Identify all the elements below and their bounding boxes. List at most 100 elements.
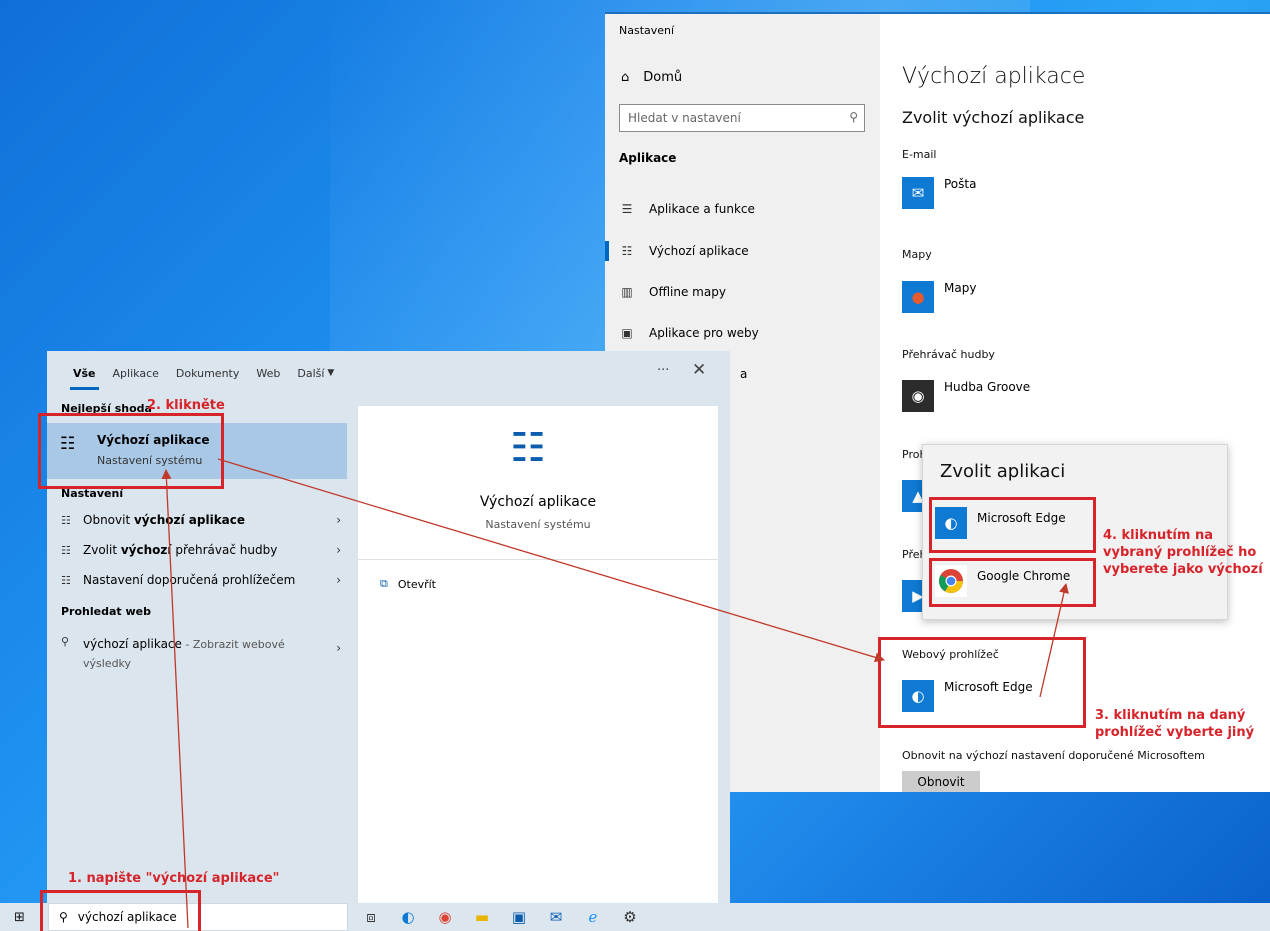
annotation-step4-line1: 4. kliknutím na: [1103, 528, 1213, 543]
settings-search-input[interactable]: Hledat v nastavení ⚲: [619, 104, 865, 132]
map-pin-icon: ●: [902, 281, 934, 313]
web-result-query: výchozí aplikace: [83, 637, 182, 651]
web-result-line2: výsledky: [83, 657, 132, 670]
result-browser-recommended[interactable]: ☷ Nastavení doporučená prohlížečem ›: [61, 573, 341, 587]
nav-item-offline-maps[interactable]: ▥ Offline mapy: [619, 285, 726, 299]
nav-item-label: Výchozí aplikace: [649, 244, 749, 258]
nav-item-label: Aplikace a funkce: [649, 202, 755, 216]
tab-all[interactable]: Vše: [70, 367, 99, 390]
nav-item-apps-features[interactable]: ☰ Aplikace a funkce: [619, 202, 755, 216]
task-view-icon[interactable]: ⧈: [360, 906, 382, 928]
annotation-box-edge-option: [929, 497, 1096, 553]
open-action[interactable]: ⧉ Otevřít: [380, 577, 436, 591]
tab-more[interactable]: Další ▼: [297, 367, 334, 380]
offline-maps-icon: ▥: [621, 285, 633, 299]
chrome-icon[interactable]: ◉: [434, 906, 456, 928]
page-subtitle: Zvolit výchozí aplikace: [902, 108, 1085, 127]
store-icon[interactable]: ▣: [508, 906, 530, 928]
search-icon: ⚲: [849, 110, 858, 124]
annotation-step3-line1: 3. kliknutím na daný: [1095, 708, 1246, 723]
settings-app-title: Nastavení: [619, 24, 675, 37]
annotation-step4-line2: vybraný prohlížeč ho: [1103, 545, 1257, 560]
result-choose-music-player[interactable]: ☷ Zvolit výchozí přehrávač hudby ›: [61, 543, 341, 557]
home-icon: ⌂: [621, 70, 630, 85]
result-text-post: přehrávač hudby: [171, 543, 278, 557]
web-result-rest: - Zobrazit webové: [181, 638, 285, 651]
music-app-name: Hudba Groove: [944, 380, 1031, 394]
search-icon: ⚲: [61, 635, 70, 648]
result-text-pre: Nastavení doporučená prohlížečem: [83, 573, 296, 587]
default-apps-large-icon: ☷: [510, 425, 546, 471]
tab-apps[interactable]: Aplikace: [113, 367, 159, 380]
nav-home[interactable]: ⌂ Domů: [621, 70, 682, 85]
internet-explorer-icon[interactable]: ℯ: [582, 906, 604, 928]
settings-search-placeholder: Hledat v nastavení: [628, 111, 741, 125]
result-text-pre: Zvolit: [83, 543, 121, 557]
music-app-button[interactable]: ◉ Hudba Groove: [902, 380, 1030, 412]
email-app-button[interactable]: ✉ Pošta: [902, 177, 976, 209]
web-result-text: výchozí aplikace - Zobrazit webové výsle…: [83, 635, 327, 673]
preview-pane: ☷ Výchozí aplikace Nastavení systému ⧉ O…: [358, 406, 718, 903]
default-apps-icon: ☷: [61, 513, 71, 527]
more-options-button[interactable]: ···: [657, 363, 669, 378]
groove-music-icon: ◉: [902, 380, 934, 412]
annotation-step2: 2. klikněte: [147, 398, 225, 413]
result-reset-default-apps[interactable]: ☷ Obnovit výchozí aplikace ›: [61, 513, 341, 527]
email-category: E-mail: [902, 148, 937, 161]
edge-icon[interactable]: ◐: [397, 906, 419, 928]
windows-start-icon[interactable]: ⊞: [14, 910, 25, 925]
tab-web[interactable]: Web: [256, 367, 280, 380]
close-button[interactable]: ✕: [692, 360, 706, 380]
taskbar-pinned-apps: ⧈ ◐ ◉ ▬ ▣ ✉ ℯ ⚙: [360, 906, 641, 928]
result-text: Nastavení doporučená prohlížečem: [83, 573, 327, 587]
open-action-label: Otevřít: [397, 577, 436, 591]
email-app-name: Pošta: [944, 177, 977, 191]
reset-label: Obnovit na výchozí nastavení doporučené …: [902, 749, 1205, 762]
nav-item-web-apps[interactable]: ▣ Aplikace pro weby: [619, 326, 759, 340]
chevron-right-icon: ›: [336, 513, 341, 527]
apps-list-icon: ☰: [621, 202, 633, 216]
mail-icon[interactable]: ✉: [545, 906, 567, 928]
annotation-step4: 4. kliknutím na vybraný prohlížeč ho vyb…: [1103, 527, 1263, 578]
mail-icon: ✉: [902, 177, 934, 209]
open-icon: ⧉: [380, 577, 388, 590]
web-apps-icon: ▣: [621, 326, 633, 340]
preview-subtitle: Nastavení systému: [485, 518, 591, 531]
caret-down-icon: ▼: [327, 368, 335, 378]
result-text-pre: Obnovit: [83, 513, 134, 527]
annotation-step1: 1. napište "výchozí aplikace": [68, 871, 280, 886]
gear-icon[interactable]: ⚙: [619, 906, 641, 928]
nav-item-label: Offline mapy: [649, 285, 726, 299]
file-explorer-icon[interactable]: ▬: [471, 906, 493, 928]
music-category: Přehrávač hudby: [902, 348, 995, 361]
result-text-bold: výchozí: [120, 543, 172, 557]
default-apps-icon: ☷: [61, 543, 71, 557]
chevron-right-icon: ›: [336, 641, 341, 655]
nav-selected-indicator: [605, 241, 609, 261]
nav-section-title: Aplikace: [619, 151, 677, 165]
reset-button[interactable]: Obnovit: [902, 771, 980, 792]
preview-divider: [358, 559, 718, 560]
nav-partial-text: a: [740, 367, 748, 381]
default-apps-icon: ☷: [621, 244, 633, 258]
result-text-bold: výchozí aplikace: [133, 513, 246, 527]
result-web-search[interactable]: ⚲ výchozí aplikace - Zobrazit webové výs…: [61, 635, 341, 673]
maps-app-name: Mapy: [944, 281, 977, 295]
search-tabs: Vše Aplikace Dokumenty Web Další ▼: [47, 351, 730, 395]
tab-documents[interactable]: Dokumenty: [176, 367, 239, 380]
annotation-box-best-match: [38, 413, 224, 489]
tab-more-label: Další: [297, 366, 325, 380]
chevron-right-icon: ›: [336, 573, 341, 587]
annotation-step4-line3: vyberete jako výchozí: [1103, 562, 1263, 577]
result-text: Obnovit výchozí aplikace: [83, 513, 327, 527]
annotation-box-chrome-option: [929, 558, 1096, 607]
preview-title: Výchozí aplikace: [479, 494, 597, 510]
chevron-right-icon: ›: [336, 543, 341, 557]
nav-item-default-apps[interactable]: ☷ Výchozí aplikace: [619, 244, 749, 258]
maps-category: Mapy: [902, 248, 932, 261]
nav-item-label: Aplikace pro weby: [649, 326, 759, 340]
web-search-header: Prohledat web: [61, 605, 151, 618]
result-text: Zvolit výchozí přehrávač hudby: [83, 543, 327, 557]
annotation-box-browser: [878, 637, 1086, 728]
maps-app-button[interactable]: ● Mapy: [902, 281, 976, 313]
